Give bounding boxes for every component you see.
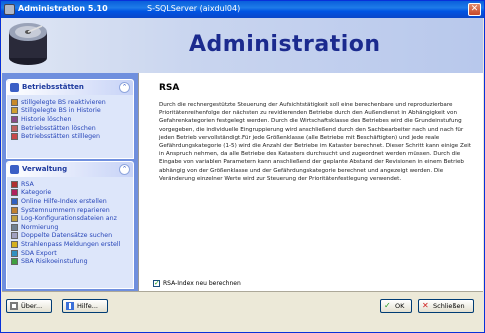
log-file-icon — [11, 215, 18, 223]
window-subtitle: S-SQLServer (aixdul04) — [147, 4, 241, 13]
footer-bar: Über... Hilfe... ✓ OK ✕ Schließen — [2, 291, 483, 332]
ok-button[interactable]: ✓ OK — [380, 299, 412, 313]
app-window: Administration 5.10 S-SQLServer (aixdul0… — [0, 0, 485, 333]
building-icon — [10, 83, 19, 92]
collapse-chevron-icon[interactable]: ⌃ — [119, 164, 130, 175]
sidebar-item-kategorie[interactable]: Kategorie — [11, 189, 133, 198]
risk-icon — [11, 258, 18, 266]
sidebar-item-systemnummern[interactable]: Systemnummern reparieren — [11, 206, 133, 215]
sidebar-item-rsa[interactable]: RSA — [11, 180, 133, 189]
close-x-icon: ✕ — [422, 301, 429, 310]
main-content: RSA Durch die rechnergestützte Steuerung… — [138, 73, 483, 291]
reactivate-icon — [11, 98, 18, 106]
title-bar[interactable]: Administration 5.10 S-SQLServer (aixdul0… — [1, 1, 484, 18]
sidebar-item-sda-export[interactable]: SDA Export — [11, 249, 133, 258]
collapse-chevron-icon[interactable]: ⌃ — [119, 82, 130, 93]
description-text: Durch die rechnergestützte Steuerung der… — [159, 102, 472, 182]
header-banner: Administration — [2, 18, 483, 73]
close-window-button[interactable]: ✕ — [468, 3, 481, 16]
panel-header[interactable]: Verwaltung ⌃ — [7, 162, 133, 177]
checkmark-icon: ✓ — [384, 301, 391, 310]
admin-icon — [10, 165, 19, 174]
shutdown-icon — [11, 133, 18, 141]
checkbox-box[interactable] — [153, 279, 160, 287]
sidebar-item-normierung[interactable]: Normierung — [11, 223, 133, 232]
close-button[interactable]: ✕ Schließen — [418, 299, 474, 313]
sidebar: Betriebsstätten ⌃ stillgelegte BS reakti… — [2, 73, 138, 291]
sidebar-item-strahlenpass[interactable]: Strahlenpass Meldungen erstell — [11, 240, 133, 249]
export-icon — [11, 249, 18, 257]
info-icon — [10, 302, 18, 310]
window-title: Administration 5.10 — [18, 4, 108, 13]
help-index-icon — [11, 197, 18, 205]
checkbox-label: RSA-Index neu berechnen — [163, 280, 241, 287]
panel-title: Verwaltung — [22, 165, 68, 173]
sidebar-item-bs-stilllegen[interactable]: Betriebsstätten stilllegen — [11, 132, 133, 141]
sidebar-item-reaktivieren[interactable]: stillgelegte BS reaktivieren — [11, 98, 133, 107]
app-icon — [4, 4, 15, 15]
sidebar-item-doppelte[interactable]: Doppelte Datensätze suchen — [11, 232, 133, 241]
rsa-icon — [11, 180, 18, 188]
normalize-icon — [11, 223, 18, 231]
category-icon — [11, 189, 18, 197]
page-title: RSA — [159, 83, 180, 93]
sidebar-item-log-konfig[interactable]: Log-Konfigurationsdateien anz — [11, 214, 133, 223]
panel-betriebsstaetten: Betriebsstätten ⌃ stillgelegte BS reakti… — [6, 79, 134, 159]
duplicate-icon — [11, 232, 18, 240]
radiation-icon — [11, 240, 18, 248]
panel-header[interactable]: Betriebsstätten ⌃ — [7, 80, 133, 95]
about-button[interactable]: Über... — [6, 299, 52, 313]
panel-verwaltung: Verwaltung ⌃ RSA Kategorie Online Hilfe-… — [6, 161, 134, 289]
history-move-icon — [11, 107, 18, 115]
hard-disk-icon — [9, 23, 47, 65]
sidebar-item-in-historie[interactable]: Stillgelegte BS in Historie — [11, 107, 133, 116]
history-delete-icon — [11, 115, 18, 123]
help-book-icon — [66, 302, 74, 310]
sidebar-item-sba-risiko[interactable]: SBA Risikoeinstufung — [11, 257, 133, 266]
help-button[interactable]: Hilfe... — [62, 299, 108, 313]
panel-title: Betriebsstätten — [22, 83, 84, 91]
delete-icon — [11, 124, 18, 132]
banner-heading: Administration — [189, 32, 381, 57]
sidebar-item-historie-loeschen[interactable]: Historie löschen — [11, 115, 133, 124]
repair-icon — [11, 206, 18, 214]
sidebar-item-bs-loeschen[interactable]: Betriebsstätten löschen — [11, 124, 133, 133]
rsa-recalc-checkbox[interactable]: RSA-Index neu berechnen — [153, 279, 241, 287]
sidebar-item-hilfe-index[interactable]: Online Hilfe-Index erstellen — [11, 197, 133, 206]
